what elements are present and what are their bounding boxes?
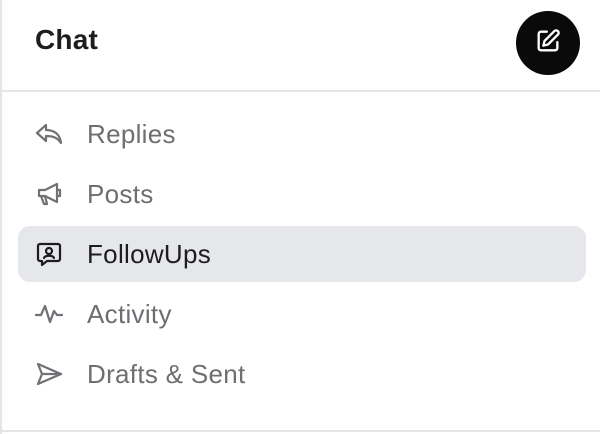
page-title: Chat bbox=[35, 24, 99, 55]
sidebar-item-drafts-sent[interactable]: Drafts & Sent bbox=[18, 346, 586, 402]
sidebar-nav: Replies Posts FollowUps Activity Drafts … bbox=[18, 106, 586, 406]
sidebar-item-label: Activity bbox=[87, 299, 172, 329]
activity-icon bbox=[34, 300, 64, 328]
sidebar-item-followups[interactable]: FollowUps bbox=[18, 226, 586, 282]
sidebar-item-activity[interactable]: Activity bbox=[18, 286, 586, 342]
chat-sidebar: Chat Replies Posts FollowUps Activity Dr… bbox=[0, 0, 600, 434]
send-icon bbox=[34, 360, 64, 388]
sidebar-header: Chat bbox=[2, 0, 600, 92]
followup-icon bbox=[34, 240, 64, 268]
sidebar-item-replies[interactable]: Replies bbox=[18, 106, 586, 162]
sidebar-item-label: Drafts & Sent bbox=[87, 359, 246, 389]
sidebar-item-posts[interactable]: Posts bbox=[18, 166, 586, 222]
footer-divider bbox=[2, 430, 600, 432]
sidebar-item-label: Posts bbox=[87, 179, 154, 209]
edit-icon bbox=[534, 27, 562, 60]
compose-button[interactable] bbox=[516, 11, 580, 75]
reply-icon bbox=[34, 120, 64, 148]
sidebar-item-label: Replies bbox=[87, 119, 176, 149]
megaphone-icon bbox=[34, 180, 64, 208]
sidebar-item-label: FollowUps bbox=[87, 239, 212, 269]
